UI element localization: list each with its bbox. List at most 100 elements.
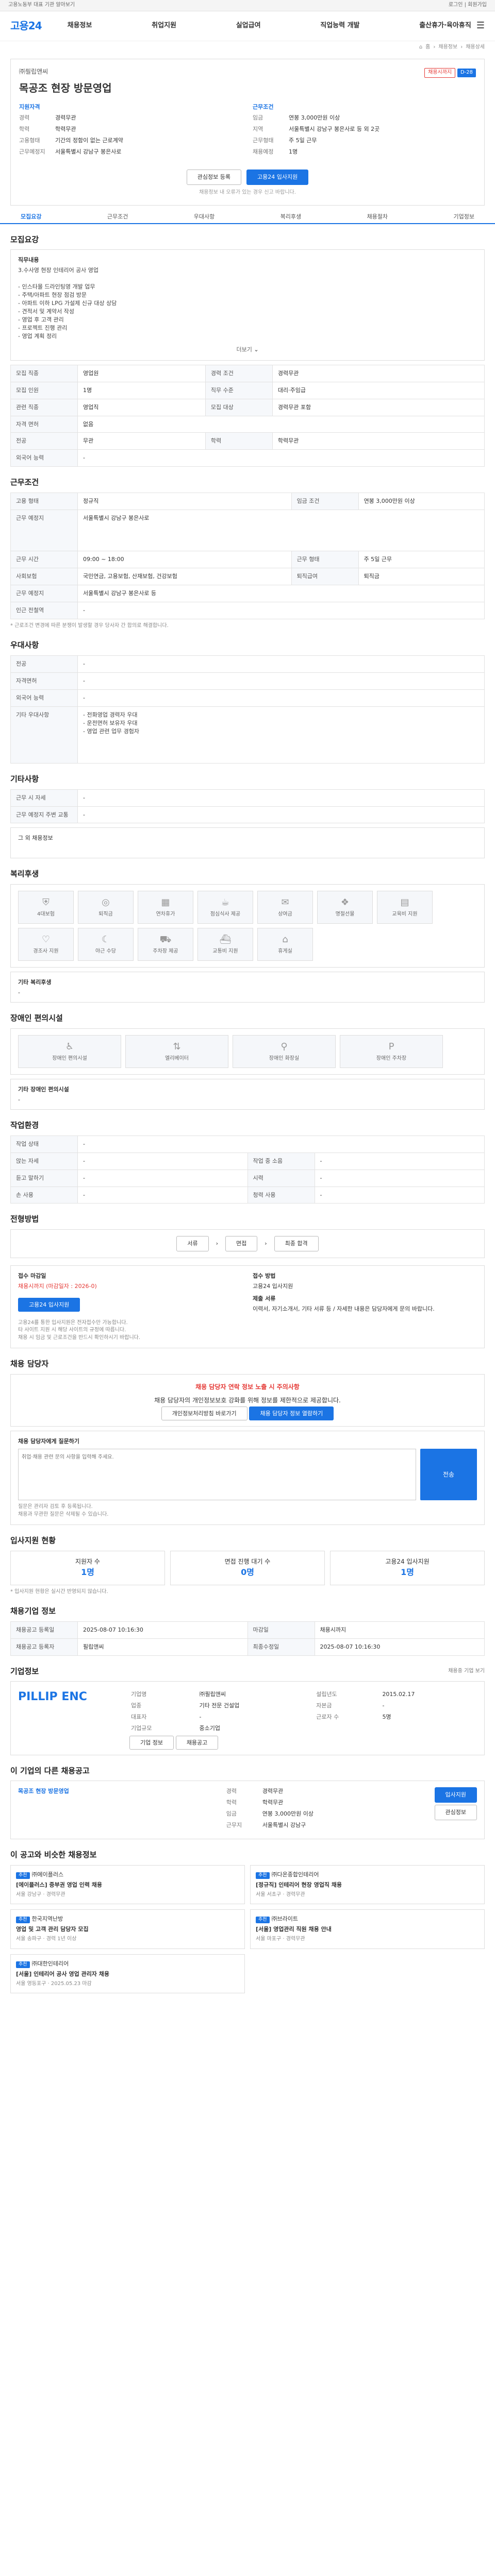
tab-recruit[interactable]: 모집요강 [21,213,41,221]
apply-button[interactable]: 고용24 입사지원 [246,170,309,185]
sofa-icon: ⌂ [282,934,288,945]
list-item[interactable]: 추천 ㈜대한인테리어 [서울] 인테리어 공사 영업 관리자 채용 서울 영등포구 ·… [10,1954,245,1994]
list-item[interactable]: 추천 ㈜브라이트 [서울] 영업관리 직원 채용 안내 서울 마포구 · 경력무관 [250,1909,485,1949]
other-apply-button[interactable]: 입사지원 [434,1787,477,1803]
process-step: 서류 [176,1236,209,1252]
contact-box: 채용 담당자 연락 정보 노출 시 주의사항 채용 담당자의 개인정보보호 강화… [10,1374,485,1427]
place-table: 작업 상태 - 앉는 자세 - 작업 중 소음 - 듣고 말하기 - 시력 - 손 사용 - 청력… [10,1135,485,1204]
more-link[interactable]: 채용중 기업 보기 [448,1668,485,1675]
list-item[interactable]: 추천 ㈜다온종합인테리어 [정규직] 인테리어 현장 영업직 채용 서울 서초구 · … [250,1865,485,1905]
welfare-item: ▦ 연차휴가 [138,891,193,924]
section-tabs: 모집요강 근무조건 우대사항 복리후생 채용절차 기업정보 [0,211,495,224]
job-summary: ㈜필립앤씨 채용시까지 D-28 목공조 현장 방문영업 지원자격 경력 경력무관… [10,59,485,206]
elevator-icon: ⇅ [173,1041,181,1053]
list-item[interactable]: 추천 ㈜에이플러스 [에이플러스] 중부권 영업 인력 채용 서울 강남구 · 경력무… [10,1865,245,1905]
chevron-down-icon: ⌄ [254,346,259,353]
more-button[interactable]: 더보기 [236,346,252,353]
facility-item: ⇅ 엘리베이터 [125,1035,228,1068]
scrap-button[interactable]: 관심정보 등록 [186,170,241,185]
calendar-icon: ▦ [161,897,170,908]
section-title: 복리후생 [10,869,39,879]
arrow-right-icon: › [216,1240,218,1247]
disability-box: ♿ 장애인 편의시설 ⇅ 엘리베이터 ⚲ 장애인 화장실 P 장애인 주차장 [10,1028,485,1075]
company-jobs-button[interactable]: 채용공고 [175,1736,219,1750]
menu-icon[interactable]: ☰ [476,19,485,32]
section-title: 이 공고와 비슷한 채용정보 [10,1850,97,1860]
top-bar-right[interactable]: 로그인 | 회원가입 [449,2,487,9]
nav-item[interactable]: 채용정보 [68,21,92,31]
job-title: 목공조 현장 방문영업 [19,81,112,94]
view-contact-button[interactable]: 채용 담당자 정보 열람하기 [249,1406,334,1420]
list-item[interactable]: 추천 한국지역난방 영업 및 고객 관리 담당자 모집 서울 송파구 · 경력 1년 … [10,1909,245,1949]
coin-icon: ◎ [102,897,110,908]
wheelchair-icon: ♿ [65,1041,74,1053]
nav-item[interactable]: 실업급여 [236,21,261,31]
section-title: 이 기업의 다른 채용공고 [10,1766,90,1775]
bus-icon: ⛴ [219,934,232,945]
meal-icon: ☕ [221,897,230,908]
toilet-icon: ⚲ [280,1041,288,1053]
moon-icon: ☾ [101,934,110,945]
site-logo[interactable]: 고용24 [10,19,42,33]
car-icon: ⛟ [159,934,172,945]
job-desc: 3.수사영 현장 인테리어 공사 영업 - 인스타몰 드라인팅영 개발 업무 -… [18,267,117,340]
nav-item[interactable]: 취업지원 [152,21,176,31]
facility-item: ⚲ 장애인 화장실 [233,1035,336,1068]
welfare-item: ⛟ 주차장 제공 [138,928,193,961]
section-title: 근무조건 [10,478,39,487]
section-title: 모집요강 [10,234,39,244]
welfare-item: ⌂ 휴게실 [257,928,313,961]
tab-welfare[interactable]: 복리후생 [280,213,301,221]
welfare-item: ⛴ 교통비 지원 [197,928,253,961]
top-bar-left[interactable]: 고용노동부 대표 기관 알아보기 [8,2,75,9]
process-step: 면접 [225,1236,258,1252]
question-box: 채용 담당자에게 질문하기 전송 질문은 관리자 검토 후 등록됩니다. 채용과… [10,1431,485,1526]
welfare-item: ☾ 야근 수당 [78,928,134,961]
gift-icon: ❖ [340,897,350,908]
home-icon[interactable]: ⌂ [419,44,422,52]
section-title: 채용 담당자 [10,1359,49,1369]
shield-icon: ⛨ [42,897,50,908]
other-scrap-button[interactable]: 관심정보 [434,1805,477,1821]
welfare-item: ♡ 경조사 지원 [18,928,74,961]
job-desc-box: 직무내용 3.수사영 현장 인테리어 공사 영업 - 인스타몰 드라인팅영 개발… [10,249,485,361]
welfare-box: ⛨ 4대보험 ◎ 퇴직금 ▦ 연차휴가 ☕ 점심식사 제공 ✉ 상여금 ❖ 명절선물 ▤ 교육… [10,884,485,968]
privacy-button[interactable]: 개인정보처리방침 바로가기 [161,1406,248,1420]
heart-icon: ♡ [41,934,51,945]
facility-item: ♿ 장애인 편의시설 [18,1035,121,1068]
top-utility-bar: 고용노동부 대표 기관 알아보기 로그인 | 회원가입 [0,0,495,11]
tab-company[interactable]: 기업정보 [453,213,474,221]
gift-icon: ✉ [281,897,289,908]
welfare-item: ☕ 점심식사 제공 [197,891,253,924]
apply-button-2[interactable]: 고용24 입사지원 [18,1298,80,1312]
section-title: 작업환경 [10,1120,39,1130]
recommend-list: 추천 ㈜에이플러스 [에이플러스] 중부권 영업 인력 채용 서울 강남구 · 경력무… [10,1865,485,1994]
send-button[interactable]: 전송 [420,1449,477,1501]
dday-badge: D-28 [457,69,476,77]
stats-row: 지원자 수 1명 면접 진행 대기 수 0명 고용24 입사지원 1명 [10,1550,485,1585]
welfare-item: ✉ 상여금 [257,891,313,924]
tab-process[interactable]: 채용절차 [367,213,388,221]
arrow-right-icon: › [265,1240,267,1247]
breadcrumb: ⌂ 홈 › 채용정보 › 채용상세 [0,41,495,54]
welfare-item: ⛨ 4대보험 [18,891,74,924]
other-job[interactable]: 목공조 현장 방문영업 경력 경력무관 학력 학력무관 임금 연봉 3,000만원 이… [10,1781,485,1840]
tab-pref[interactable]: 우대사항 [194,213,214,221]
apply-box: 접수 마감일 채용시까지 (마감일자 : 2026-0) 고용24 입사지원 접… [10,1265,485,1349]
question-input[interactable] [18,1449,416,1501]
nav-item[interactable]: 직업능력 개발 [320,21,359,31]
company-name[interactable]: ㈜필립앤씨 [19,67,48,78]
welfare-item: ❖ 명절선물 [317,891,373,924]
welfare-etc: 기타 복리후생 - [10,972,485,1003]
welfare-item: ◎ 퇴직금 [78,891,134,924]
main-nav: 채용정보 취업지원 실업급여 직업능력 개발 출산휴가·육아휴직 [68,21,476,31]
info-table: 채용공고 등록일 2025-08-07 10:16:30 마감일 채용시까지 채용공고… [10,1621,485,1656]
section-title: 장애인 편의시설 [10,1013,63,1023]
tab-work[interactable]: 근무조건 [107,213,128,221]
nav-item[interactable]: 출산휴가·육아휴직 [419,21,471,31]
parking-icon: P [388,1041,394,1053]
company-info-button[interactable]: 기업 정보 [129,1736,174,1750]
company-box: PILLIP ENC 기업명 ㈜필립앤씨 설립년도 2015.02.17 업종 기타 전… [10,1681,485,1755]
section-title: 채용기업 정보 [10,1606,56,1616]
recruit-table: 모집 직종 영업원 경력 조건 경력무관 모집 인원 1명 직무 수준 대리·주임급 관련 … [10,364,485,467]
